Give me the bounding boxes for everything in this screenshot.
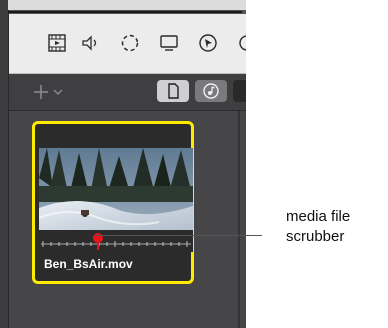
media-file-tile[interactable]: Ben_BsAir.mov bbox=[32, 121, 194, 284]
speaker-icon[interactable] bbox=[79, 32, 101, 54]
callout-label: media file scrubber bbox=[286, 207, 386, 247]
dashed-circle-icon[interactable] bbox=[119, 32, 141, 54]
panel-divider bbox=[238, 111, 240, 328]
video-thumbnail bbox=[39, 148, 193, 236]
file-name-label: Ben_BsAir.mov bbox=[44, 257, 133, 271]
partial-icon[interactable] bbox=[236, 32, 246, 54]
music-icon bbox=[203, 83, 219, 99]
cursor-circle-icon[interactable] bbox=[197, 32, 219, 54]
document-icon bbox=[168, 83, 179, 99]
callout-line-1: media file bbox=[286, 208, 351, 225]
plus-chevron-icon[interactable] bbox=[32, 80, 70, 104]
window-left-edge bbox=[0, 0, 9, 328]
document-tab[interactable] bbox=[157, 80, 189, 102]
display-icon[interactable] bbox=[158, 32, 180, 54]
callout-line-2: scrubber bbox=[286, 228, 345, 245]
top-rule bbox=[8, 11, 242, 13]
media-scrubber[interactable] bbox=[39, 230, 193, 252]
music-tab[interactable] bbox=[195, 80, 227, 102]
callout-leader-line bbox=[96, 235, 262, 236]
segment-overflow bbox=[233, 80, 246, 102]
film-icon[interactable] bbox=[46, 32, 68, 54]
window-top-strip bbox=[8, 0, 246, 10]
